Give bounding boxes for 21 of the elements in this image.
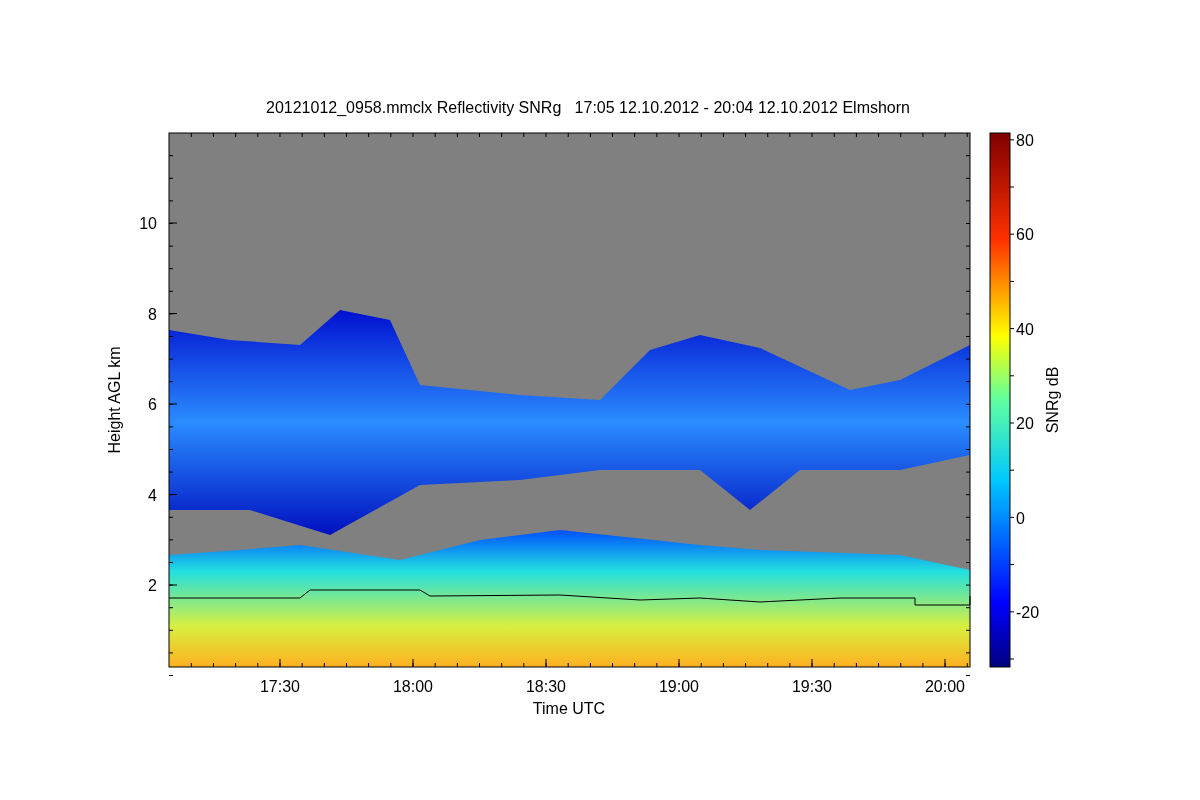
x-tick-label: 18:30 <box>526 678 566 695</box>
x-tick-label: 19:30 <box>792 678 832 695</box>
colorbar-tick-label: 80 <box>1016 132 1034 149</box>
y-tick-label: 2 <box>148 577 157 594</box>
x-tick-label: 18:00 <box>393 678 433 695</box>
chart-title: 20121012_0958.mmclx Reflectivity SNRg 17:05 12.10.2012 - 20:04 12.10.2012 Elmshorn <box>266 99 910 116</box>
colorbar-label: SNRg dB <box>1044 366 1061 434</box>
x-axis-label: Time UTC <box>532 700 606 717</box>
colorbar-tick-label: -20 <box>1016 604 1040 621</box>
y-tick-label: 8 <box>148 305 157 323</box>
colorbar-tick-label: 20 <box>1016 415 1034 433</box>
y-tick-label: 10 <box>139 215 157 232</box>
y-tick-label: 6 <box>148 396 157 413</box>
colorbar-tick-label: 60 <box>1016 226 1034 244</box>
y-axis-label: Height AGL km <box>106 346 123 454</box>
colorbar-tick-label: 0 <box>1016 509 1025 527</box>
x-tick-label: 20:00 <box>925 678 965 695</box>
y-tick-label: 4 <box>148 486 157 504</box>
x-tick-label: 19:00 <box>659 678 699 695</box>
colorbar-tick-label: 40 <box>1016 320 1034 338</box>
x-tick-label: 17:30 <box>260 678 300 695</box>
